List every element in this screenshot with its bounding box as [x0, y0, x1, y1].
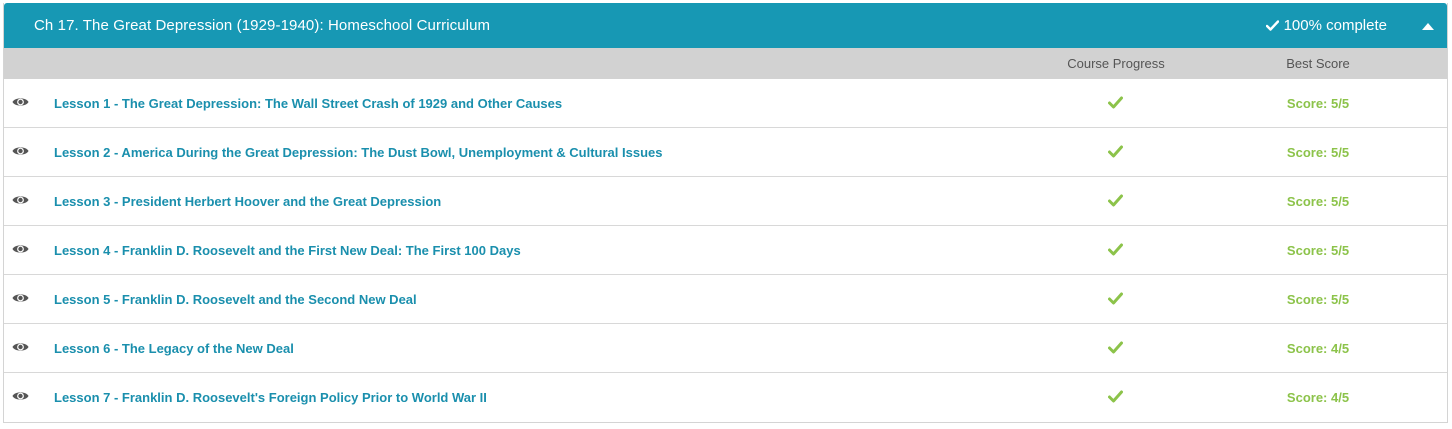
lesson-link[interactable]: Lesson 1 - The Great Depression: The Wal…	[54, 96, 562, 111]
chapter-header[interactable]: Ch 17. The Great Depression (1929-1940):…	[4, 3, 1447, 48]
lesson-link[interactable]: Lesson 3 - President Herbert Hoover and …	[54, 194, 441, 209]
check-icon	[1108, 390, 1123, 403]
lesson-row: Lesson 3 - President Herbert Hoover and …	[4, 177, 1447, 226]
lesson-row: Lesson 5 - Franklin D. Roosevelt and the…	[4, 275, 1447, 324]
check-icon	[1108, 243, 1123, 256]
check-icon	[1108, 194, 1123, 207]
check-icon	[1108, 96, 1123, 109]
course-progress-header: Course Progress	[1067, 56, 1165, 71]
eye-icon[interactable]	[12, 390, 29, 402]
lesson-link[interactable]: Lesson 2 - America During the Great Depr…	[54, 145, 662, 160]
column-headers: Course Progress Best Score	[4, 48, 1447, 79]
lesson-row: Lesson 7 - Franklin D. Roosevelt's Forei…	[4, 373, 1447, 422]
chapter-title: Ch 17. The Great Depression (1929-1940):…	[34, 17, 491, 34]
eye-icon[interactable]	[12, 243, 29, 255]
eye-icon[interactable]	[12, 194, 29, 206]
lesson-link[interactable]: Lesson 5 - Franklin D. Roosevelt and the…	[54, 292, 417, 307]
best-score: Score: 5/5	[1286, 243, 1350, 258]
best-score: Score: 5/5	[1286, 292, 1350, 307]
lesson-row: Lesson 2 - America During the Great Depr…	[4, 128, 1447, 177]
lesson-list: Lesson 1 - The Great Depression: The Wal…	[4, 79, 1447, 422]
chapter-panel: Ch 17. The Great Depression (1929-1940):…	[3, 3, 1448, 423]
best-score: Score: 5/5	[1286, 194, 1350, 209]
lesson-row: Lesson 4 - Franklin D. Roosevelt and the…	[4, 226, 1447, 275]
lesson-link[interactable]: Lesson 6 - The Legacy of the New Deal	[54, 341, 294, 356]
lesson-link[interactable]: Lesson 4 - Franklin D. Roosevelt and the…	[54, 243, 521, 258]
eye-icon[interactable]	[12, 96, 29, 108]
completion-label: 100% complete	[1283, 17, 1387, 34]
lesson-row: Lesson 1 - The Great Depression: The Wal…	[4, 79, 1447, 128]
check-icon	[1108, 145, 1123, 158]
completion-status: 100% complete	[1265, 17, 1387, 34]
best-score: Score: 4/5	[1286, 390, 1350, 405]
eye-icon[interactable]	[12, 341, 29, 353]
best-score: Score: 5/5	[1286, 145, 1350, 160]
best-score: Score: 4/5	[1286, 341, 1350, 356]
check-icon	[1108, 292, 1123, 305]
collapse-toggle-button[interactable]	[1421, 19, 1435, 33]
lesson-link[interactable]: Lesson 7 - Franklin D. Roosevelt's Forei…	[54, 390, 487, 405]
eye-icon[interactable]	[12, 145, 29, 157]
eye-icon[interactable]	[12, 292, 29, 304]
best-score: Score: 5/5	[1286, 96, 1350, 111]
caret-up-icon	[1422, 22, 1434, 30]
check-icon	[1265, 20, 1279, 31]
best-score-header: Best Score	[1286, 56, 1350, 71]
check-icon	[1108, 341, 1123, 354]
lesson-row: Lesson 6 - The Legacy of the New Deal Sc…	[4, 324, 1447, 373]
